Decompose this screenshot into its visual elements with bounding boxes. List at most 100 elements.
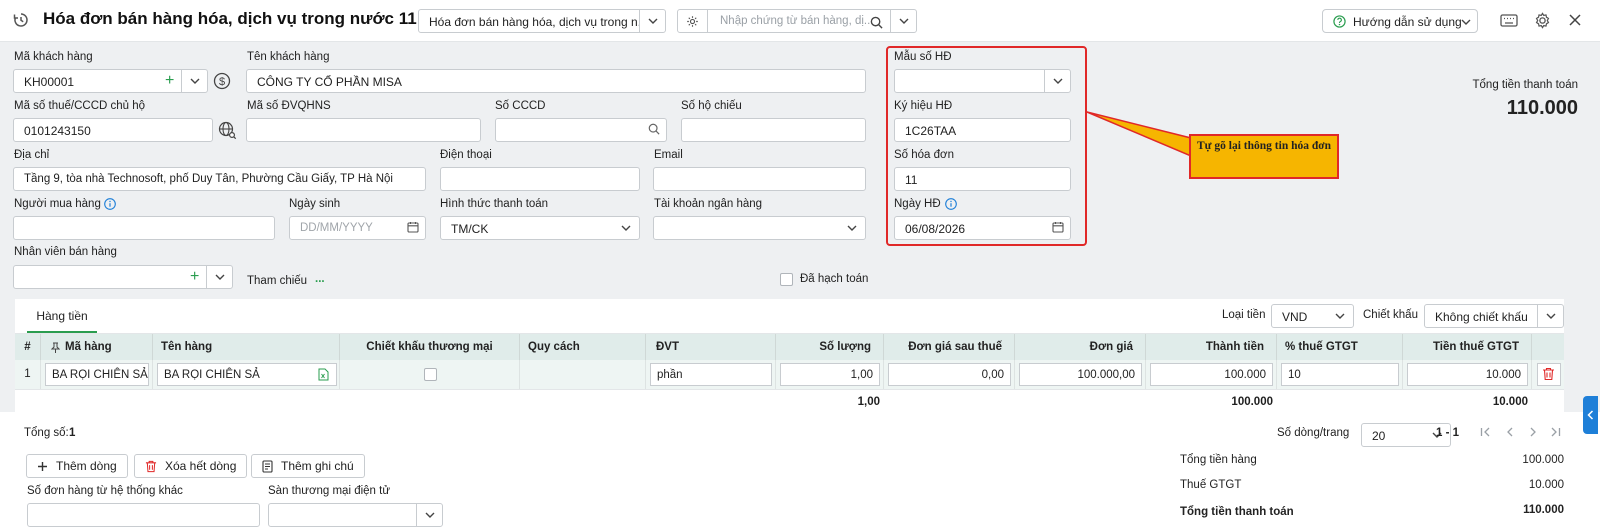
currency-value: VND (1282, 310, 1308, 324)
buyer-field[interactable] (13, 216, 275, 240)
history-icon[interactable] (13, 12, 29, 28)
row-vat-amount[interactable]: 10.000 (1407, 363, 1528, 386)
tab-hang-tien[interactable]: Hàng tiền (27, 299, 97, 333)
chevron-down-icon[interactable] (206, 266, 232, 288)
count-label: Tổng số: (24, 427, 69, 439)
sales-staff-field[interactable]: + (13, 265, 233, 289)
chevron-down-icon[interactable] (639, 10, 665, 32)
phone-field[interactable] (440, 167, 640, 191)
chevron-down-icon[interactable] (890, 10, 916, 32)
row-unit[interactable]: phần (650, 363, 772, 386)
budget-code-label: Mã số ĐVQHNS (247, 100, 331, 112)
col-amount[interactable]: Thành tiền (1146, 334, 1277, 360)
trade-discount-checkbox[interactable] (424, 368, 437, 381)
keyboard-icon[interactable] (1500, 12, 1518, 28)
email-field[interactable] (653, 167, 866, 191)
external-order-field[interactable] (27, 503, 260, 527)
address-value: Tầng 9, tòa nhà Technosoft, phố Duy Tân,… (24, 173, 393, 185)
add-icon[interactable]: + (190, 269, 199, 285)
globe-search-icon[interactable] (218, 121, 237, 140)
table-row[interactable]: 1 BA RỌI CHIÊN SẢ BA RỌI CHIÊN SẢ phần 1… (15, 360, 1564, 389)
payment-method-select[interactable]: TM/CK (440, 216, 640, 240)
customer-name-label: Tên khách hàng (247, 51, 330, 63)
col-trade-discount[interactable]: Chiết khấu thương mại (340, 334, 520, 360)
document-search[interactable]: Nhập chứng từ bán hàng, dị... (677, 9, 917, 33)
row-code[interactable]: BA RỌI CHIÊN SẢ (45, 363, 149, 386)
customer-code-label: Mã khách hàng (14, 51, 93, 63)
pin-icon[interactable] (50, 341, 60, 353)
ecommerce-select[interactable] (268, 503, 443, 527)
callout-arrow (1086, 111, 1192, 158)
tab-label: Hàng tiền (36, 309, 88, 323)
search-input[interactable]: Nhập chứng từ bán hàng, dị... (720, 15, 870, 27)
chevron-down-icon[interactable] (416, 504, 442, 526)
col-qty[interactable]: Số lượng (776, 334, 884, 360)
calendar-icon[interactable] (407, 221, 419, 236)
payment-method-label: Hình thức thanh toán (440, 198, 549, 210)
customer-code-field[interactable]: KH00001 + (13, 69, 208, 93)
add-note-label: Thêm ghi chú (281, 459, 354, 473)
row-price-after-tax[interactable]: 0,00 (888, 363, 1011, 386)
last-page-icon[interactable] (1549, 426, 1561, 438)
customer-name-field[interactable]: CÔNG TY CỔ PHẦN MISA (246, 69, 866, 93)
chevron-down-icon[interactable] (1537, 305, 1563, 327)
side-panel-toggle[interactable] (1583, 396, 1598, 434)
gear-icon[interactable] (678, 10, 708, 32)
dob-field[interactable]: DD/MM/YYYY (289, 216, 426, 240)
first-page-icon[interactable] (1479, 426, 1491, 438)
delete-row-button[interactable] (1537, 363, 1561, 386)
add-note-button[interactable]: Thêm ghi chú (251, 454, 365, 478)
row-amount[interactable]: 100.000 (1150, 363, 1273, 386)
col-name[interactable]: Tên hàng (153, 334, 340, 360)
row-qty[interactable]: 1,00 (780, 363, 880, 386)
callout-text: Tự gõ lại thông tin hóa đơn (1196, 140, 1332, 152)
chevron-down-icon[interactable] (839, 217, 865, 239)
budget-code-field[interactable] (246, 118, 481, 142)
col-price[interactable]: Đơn giá (1015, 334, 1146, 360)
excel-icon[interactable] (317, 367, 329, 381)
currency-icon[interactable]: $ (213, 72, 231, 90)
svg-text:$: $ (219, 76, 225, 88)
posted-checkbox[interactable] (780, 273, 793, 286)
template-select[interactable]: Hóa đơn bán hàng hóa, dịch vụ trong n... (418, 9, 666, 33)
search-icon[interactable] (648, 123, 660, 138)
page-title: Hóa đơn bán hàng hóa, dịch vụ trong nước… (43, 9, 417, 28)
discount-select[interactable]: Không chiết khấu (1424, 304, 1564, 328)
note-icon (262, 459, 273, 473)
buyer-label: Người mua hàng (14, 198, 101, 210)
chevron-down-icon[interactable] (1327, 305, 1353, 327)
info-icon[interactable] (103, 197, 116, 210)
close-icon[interactable] (1568, 13, 1582, 27)
reference-more-link[interactable]: ... (315, 273, 325, 285)
address-field[interactable]: Tầng 9, tòa nhà Technosoft, phố Duy Tân,… (13, 167, 426, 191)
currency-select[interactable]: VND (1271, 304, 1354, 328)
row-price[interactable]: 100.000,00 (1019, 363, 1142, 386)
id-number-field[interactable] (495, 118, 667, 142)
col-vat-amount[interactable]: Tiền thuế GTGT (1403, 334, 1532, 360)
add-icon[interactable]: + (165, 73, 174, 89)
clear-rows-button[interactable]: Xóa hết dòng (134, 454, 248, 478)
settings-icon[interactable] (1533, 11, 1551, 29)
add-row-button[interactable]: Thêm dòng (26, 454, 128, 478)
passport-field[interactable] (681, 118, 866, 142)
chevron-down-icon[interactable] (181, 70, 207, 92)
id-number-label: Số CCCD (495, 100, 546, 112)
total-value: 110.000 (1523, 504, 1564, 516)
subtotal-label: Tổng tiền hàng (1180, 454, 1257, 466)
help-button[interactable]: Hướng dẫn sử dụng (1322, 9, 1478, 33)
trash-icon (1543, 367, 1554, 381)
row-vat-rate[interactable]: 10 (1281, 363, 1399, 386)
bank-account-select[interactable] (653, 216, 866, 240)
plus-icon (38, 461, 47, 471)
prev-page-icon[interactable] (1504, 426, 1516, 438)
search-icon[interactable] (868, 14, 884, 30)
col-unit[interactable]: ĐVT (646, 334, 776, 360)
chevron-down-icon[interactable] (613, 217, 639, 239)
currency-label: Loại tiền (1222, 309, 1266, 321)
col-price-after-tax[interactable]: Đơn giá sau thuế (884, 334, 1015, 360)
tax-code-field[interactable]: 0101243150 (13, 118, 213, 142)
next-page-icon[interactable] (1527, 426, 1539, 438)
col-vat-rate[interactable]: % thuế GTGT (1277, 334, 1403, 360)
row-name[interactable]: BA RỌI CHIÊN SẢ (157, 363, 337, 386)
col-spec[interactable]: Quy cách (520, 334, 646, 360)
